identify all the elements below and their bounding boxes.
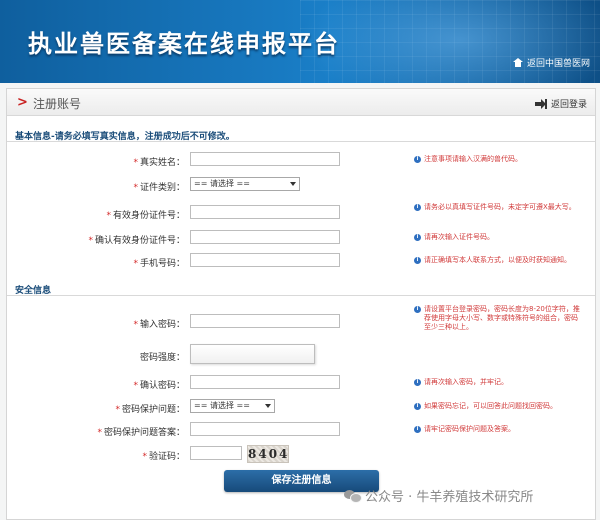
back-link-label: 返回中国兽医网 <box>526 59 590 69</box>
captcha-input[interactable] <box>190 446 242 460</box>
phone-input[interactable] <box>190 253 340 267</box>
id-type-select[interactable]: == 请选择 == <box>190 177 300 191</box>
confirm-password-input[interactable] <box>190 375 340 389</box>
field-label: * 确认密码： <box>133 381 185 391</box>
password-input[interactable] <box>190 314 340 328</box>
field-hint: i 请设置平台登录密码，密码长度为8-20位字符，推荐使用字母大小写、数字或特殊符… <box>414 305 584 332</box>
watermark: 公众号 · 牛羊养殖技术研究所 <box>344 486 533 505</box>
section-divider <box>7 295 595 296</box>
field-hint: i 请正确填写本人联系方式，以便及时获知通知。 <box>414 256 584 265</box>
field-hint: i 请再次输入证件号码。 <box>414 233 584 242</box>
info-icon: i <box>414 204 421 211</box>
info-icon: i <box>414 257 421 264</box>
field-hint: i 注意事项请输入汉满的兽代码。 <box>414 155 584 164</box>
field-label: * 确认有效身份证件号： <box>88 236 185 246</box>
field-label: * 密码保护问题： <box>115 405 185 415</box>
info-icon: i <box>414 156 421 163</box>
watermark-text: 公众号 · 牛羊养殖技术研究所 <box>365 490 534 505</box>
section-divider <box>7 141 595 142</box>
field-label: * 输入密码： <box>133 320 185 330</box>
field-hint: i 请务必以真填写证件号码，未定字可遵X最大写。 <box>414 203 584 212</box>
field-label: * 证件类别： <box>133 183 185 193</box>
security-answer-input[interactable] <box>190 422 340 436</box>
field-hint: i 请牢记密码保护问题及答案。 <box>414 425 584 434</box>
field-label: * 有效身份证件号： <box>106 211 185 221</box>
id-number-input[interactable] <box>190 205 340 219</box>
info-icon: i <box>414 403 421 410</box>
register-panel: > 注册账号 返回登录 基本信息-请务必填写真实信息，注册成功后不可修改。 * 真… <box>6 88 596 520</box>
back-to-login-link[interactable]: 返回登录 <box>534 97 587 110</box>
home-icon <box>512 58 523 67</box>
info-icon: i <box>414 234 421 241</box>
logout-icon <box>534 98 547 109</box>
chevron-right-icon: > <box>17 95 28 110</box>
info-icon: i <box>414 379 421 386</box>
wechat-icon <box>344 489 362 503</box>
banner-glow-decoration <box>300 0 600 83</box>
logout-label: 返回登录 <box>550 100 587 110</box>
field-label: 密码强度： <box>139 353 185 363</box>
chevron-down-icon <box>265 404 271 408</box>
real-name-input[interactable] <box>190 152 340 166</box>
confirm-id-number-input[interactable] <box>190 230 340 244</box>
panel-title: 注册账号 <box>33 97 82 111</box>
field-label: * 手机号码： <box>133 259 185 269</box>
security-question-select[interactable]: == 请选择 == <box>190 399 275 413</box>
field-label: * 验证码： <box>142 452 185 462</box>
site-title: 执业兽医备案在线申报平台 <box>28 30 340 58</box>
header-banner: 执业兽医备案在线申报平台 返回中国兽医网 <box>0 0 600 83</box>
field-label: * 真实姓名： <box>133 158 185 168</box>
password-strength-meter <box>190 344 315 364</box>
back-to-site-link[interactable]: 返回中国兽医网 <box>512 56 590 69</box>
info-icon: i <box>414 426 421 433</box>
field-hint: i 如果密码忘记，可以回答此问题找回密码。 <box>414 402 584 411</box>
field-hint: i 请再次输入密码，并牢记。 <box>414 378 584 387</box>
field-label: * 密码保护问题答案： <box>97 428 185 438</box>
panel-header: > 注册账号 返回登录 <box>7 89 595 116</box>
info-icon: i <box>414 306 421 313</box>
chevron-down-icon <box>290 182 296 186</box>
captcha-image[interactable]: 8404 <box>247 445 289 463</box>
